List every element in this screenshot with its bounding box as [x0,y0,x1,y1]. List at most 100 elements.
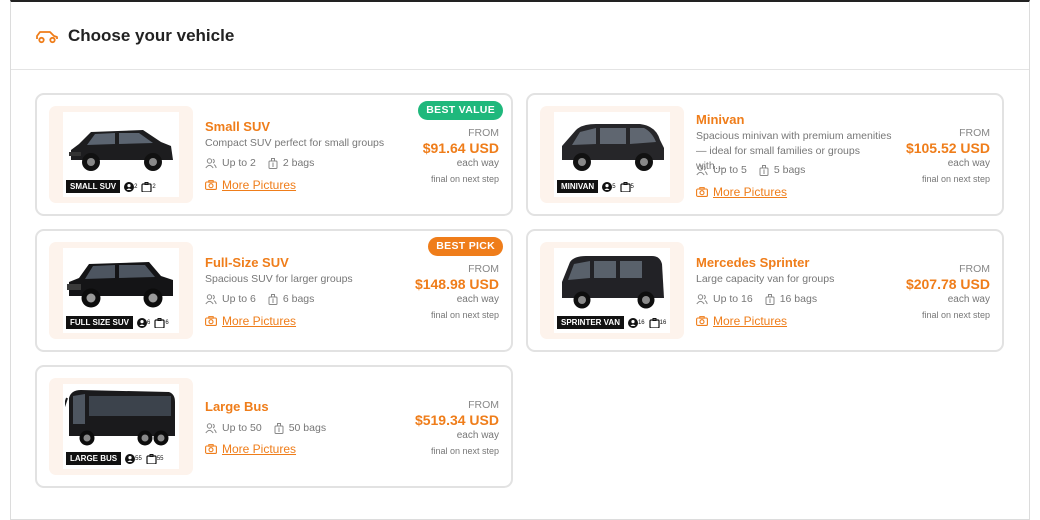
best-value-badge: BEST VALUE [418,101,503,120]
vehicle-name: Full-Size SUV [205,255,289,270]
vehicle-thumbnail: SMALL SUV 2 2 [49,106,193,203]
vehicle-card-mercedes-sprinter[interactable]: SPRINTER VAN 16 16 Mercedes Sprinter Lar… [526,229,1004,352]
thumb-passenger-count: 16 [627,317,645,328]
price-from-label: FROM [468,263,499,275]
full-size-suv-image [67,262,173,308]
more-pictures-link[interactable]: More Pictures [205,314,296,328]
final-price-note: final on next step [430,446,499,456]
each-way-label: each way [456,158,499,169]
passenger-capacity: Up to 50 [222,422,262,434]
thumb-bag-count: 55 [146,453,164,464]
minivan-image [562,124,664,171]
thumb-label: LARGE BUS [66,452,122,465]
price-from-label: FROM [468,399,499,411]
suv-image [69,130,173,171]
final-price-note: final on next step [430,174,499,184]
more-pictures-link[interactable]: More Pictures [696,185,787,199]
passengers-icon [696,293,708,305]
thumb-label: SPRINTER VAN [557,316,624,329]
price-amount: $148.98 USD [414,276,499,292]
vehicle-specs: Up to 16 16 bags [696,293,817,305]
vehicle-card-full-size-suv[interactable]: FULL SIZE SUV 6 6 Full-Size SUV Spacious… [35,229,513,352]
price-from-label: FROM [959,263,990,275]
price-from-label: FROM [959,127,990,139]
bag-capacity: 50 bags [288,422,327,434]
more-pictures-label[interactable]: More Pictures [222,314,296,328]
more-pictures-label[interactable]: More Pictures [713,314,787,328]
person-icon [124,181,135,192]
person-icon [627,317,638,328]
price-block: FROM $91.64 USD each way final on next s… [423,127,499,186]
vehicle-specs: Up to 2 2 bags [205,157,314,169]
thumb-label: MINIVAN [557,180,599,193]
person-icon [125,453,136,464]
panel-header: Choose your vehicle [11,2,1029,70]
more-pictures-link[interactable]: More Pictures [696,314,787,328]
luggage-icon [268,157,278,169]
passengers-icon [205,157,217,169]
each-way-label: each way [947,294,990,305]
more-pictures-link[interactable]: More Pictures [205,442,296,456]
more-pictures-label[interactable]: More Pictures [713,185,787,199]
thumb-passenger-count: 2 [124,181,137,192]
camera-icon [205,316,217,326]
more-pictures-link[interactable]: More Pictures [205,178,296,192]
more-pictures-label[interactable]: More Pictures [222,178,296,192]
thumb-label: FULL SIZE SUV [66,316,133,329]
vehicle-thumbnail: LARGE BUS 55 55 [49,378,193,475]
camera-icon [205,444,217,454]
luggage-icon [649,317,660,328]
final-price-note: final on next step [430,310,499,320]
thumb-label: SMALL SUV [66,180,121,193]
car-icon [35,28,59,44]
vehicle-card-small-suv[interactable]: SMALL SUV 2 2 Small SUV Compact SUV perf… [35,93,513,216]
passenger-capacity: Up to 16 [713,293,753,305]
vehicle-description: Spacious SUV for larger groups [205,273,353,285]
person-icon [602,181,613,192]
price-block: FROM $148.98 USD each way final on next … [415,263,499,322]
thumb-bag-count: 5 [619,181,634,192]
luggage-icon [765,293,775,305]
vehicle-name: Small SUV [205,119,271,134]
each-way-label: each way [456,294,499,305]
thumb-bag-count: 2 [141,181,156,192]
bag-capacity: 5 bags [773,164,806,176]
thumb-passenger-count: 6 [136,317,150,328]
vehicle-description: Compact SUV perfect for small groups [205,137,385,149]
final-price-note: final on next step [921,174,990,184]
final-price-note: final on next step [921,310,990,320]
vehicle-name: Mercedes Sprinter [696,255,810,270]
price-block: FROM $105.52 USD each way final on next … [906,127,990,186]
price-amount: $207.78 USD [905,276,990,292]
vehicle-name: Large Bus [205,399,269,414]
vehicle-specs: Up to 5 5 bags [696,164,805,176]
price-amount: $91.64 USD [422,140,499,156]
price-from-label: FROM [468,127,499,139]
price-amount: $519.34 USD [414,412,499,428]
camera-icon [696,316,708,326]
luggage-icon [759,164,769,176]
camera-icon [696,187,708,197]
bag-capacity: 16 bags [779,293,818,305]
luggage-icon [154,317,165,328]
each-way-label: each way [947,158,990,169]
luggage-icon [146,453,157,464]
person-icon [136,317,147,328]
luggage-icon [619,181,631,192]
vehicle-thumbnail: SPRINTER VAN 16 16 [540,242,684,339]
best-pick-badge: BEST PICK [428,237,503,256]
large-bus-image [65,390,175,446]
thumb-passenger-count: 5 [602,181,616,192]
vehicle-card-large-bus[interactable]: LARGE BUS 55 55 Large Bus Up to 50 50 ba… [35,365,513,488]
vehicle-specs: Up to 50 50 bags [205,422,326,434]
passengers-icon [205,422,217,434]
passengers-icon [205,293,217,305]
thumb-bag-count: 16 [649,317,666,328]
each-way-label: each way [456,430,499,441]
luggage-icon [141,181,153,192]
bag-capacity: 6 bags [282,293,315,305]
vehicle-card-minivan[interactable]: MINIVAN 5 5 Minivan Spacious minivan wit… [526,93,1004,216]
vehicle-specs: Up to 6 6 bags [205,293,314,305]
vehicle-description: Large capacity van for groups [696,273,835,285]
more-pictures-label[interactable]: More Pictures [222,442,296,456]
